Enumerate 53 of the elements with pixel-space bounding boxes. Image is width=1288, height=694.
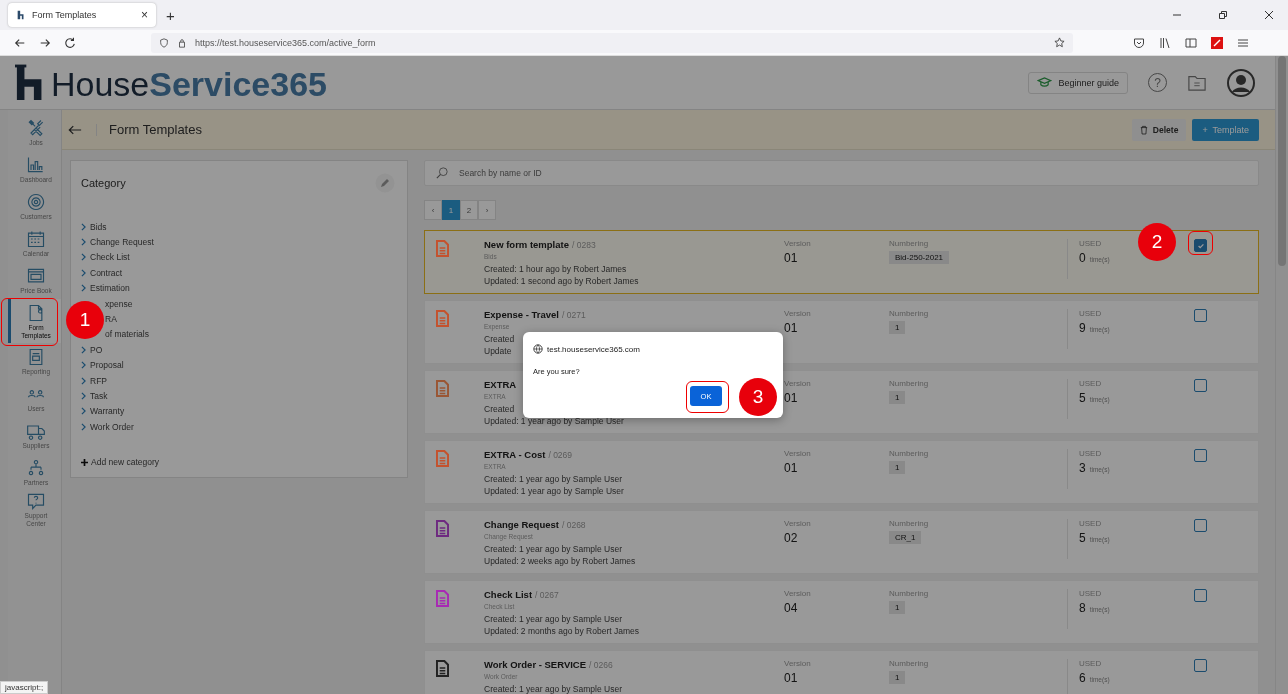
logo-text: HouseService365 [51, 64, 327, 103]
created-text: Created [484, 333, 515, 345]
used-count: 5 [1079, 531, 1086, 545]
version-value: 01 [784, 461, 798, 475]
template-id: / 0283 [572, 239, 596, 251]
numbering-label: Numbering [889, 379, 929, 388]
created-text: Created: 1 hour ago by Robert James [484, 263, 627, 275]
step-marker: 2 [1138, 223, 1176, 261]
status-bar: javascript:; [0, 681, 49, 694]
used-count: 3 [1079, 461, 1086, 475]
used-count: 5 [1079, 391, 1086, 405]
created-text: Created: 1 year ago by Sample User [484, 613, 622, 625]
version-value: 01 [784, 391, 798, 405]
numbering-label: Numbering [889, 449, 929, 458]
version-value: 02 [784, 531, 798, 545]
version-value: 04 [784, 601, 798, 615]
numbering-tag: 1 [889, 321, 906, 334]
created-text: Created: 1 year ago by Sample User [484, 683, 622, 694]
numbering-label: Numbering [889, 239, 929, 248]
version-value: 01 [784, 321, 798, 335]
used-count: 9 [1079, 321, 1086, 335]
updated-text: Updated: 1 year ago by Sample User [484, 415, 624, 427]
numbering-tag: 1 [889, 461, 906, 474]
numbering-label: Numbering [889, 519, 929, 528]
numbering-tag: 1 [889, 391, 906, 404]
tab-title: Form Templates [32, 10, 98, 20]
category-title: Category [81, 177, 126, 189]
version-value: 01 [784, 671, 798, 685]
template-id: / 0271 [562, 309, 586, 321]
updated-text: Update [484, 345, 512, 357]
dialog-origin: test.houseservice365.com [547, 344, 640, 354]
numbering-tag: 1 [889, 601, 906, 614]
numbering-label: Numbering [889, 309, 929, 318]
numbering-tag: CR_1 [889, 531, 922, 544]
updated-text: Updated: 2 months ago by Robert James [484, 625, 639, 637]
page-title: Form Templates [109, 122, 202, 137]
version-value: 01 [784, 251, 798, 265]
used-count: 8 [1079, 601, 1086, 615]
numbering-tag: 1 [889, 671, 906, 684]
created-text: Created [484, 403, 515, 415]
template-id: / 0268 [561, 519, 586, 531]
updated-text: Updated: 1 second ago by Robert James [484, 275, 639, 287]
created-text: Created: 1 year ago by Sample User [484, 473, 622, 485]
numbering-label: Numbering [889, 659, 929, 668]
template-id: / 0267 [535, 589, 559, 601]
used-count: 0 [1079, 251, 1086, 265]
template-id: / 0266 [589, 659, 613, 671]
used-count: 6 [1079, 671, 1086, 685]
updated-text: Updated: 2 weeks ago by Robert James [484, 555, 636, 567]
created-text: Created: 1 year ago by Sample User [484, 543, 622, 555]
updated-text: Updated: 1 year ago by Sample User [484, 485, 624, 497]
numbering-tag: Bid-250-2021 [889, 251, 950, 264]
numbering-label: Numbering [889, 589, 929, 598]
